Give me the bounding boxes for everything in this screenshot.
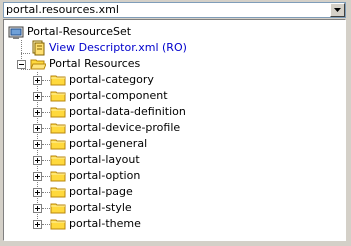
tree-node-portal-component[interactable]: portal-component bbox=[50, 88, 168, 104]
portal-resources-label: Portal Resources bbox=[49, 57, 141, 70]
tree-node-root[interactable]: Portal-ResourceSet bbox=[8, 24, 131, 40]
descriptor-file-icon bbox=[30, 40, 46, 56]
folder-icon bbox=[50, 104, 66, 120]
tree-connector bbox=[21, 69, 30, 70]
tree-node-portal-layout[interactable]: portal-layout bbox=[50, 152, 140, 168]
expand-toggle[interactable] bbox=[33, 172, 42, 181]
tree-connector bbox=[42, 208, 50, 209]
resource-tree[interactable]: Portal-ResourceSet View Descriptor.xml (… bbox=[3, 19, 346, 241]
combo-dropdown-button[interactable] bbox=[330, 3, 345, 17]
resource-set-icon bbox=[8, 24, 24, 40]
tree-connector bbox=[42, 96, 50, 97]
tree-connector bbox=[42, 80, 50, 81]
folder-label: portal-page bbox=[69, 185, 133, 198]
chevron-down-icon bbox=[334, 8, 341, 12]
tree-node-descriptor[interactable]: View Descriptor.xml (RO) bbox=[30, 40, 187, 56]
expand-toggle[interactable] bbox=[33, 92, 42, 101]
folder-label: portal-option bbox=[69, 169, 141, 182]
tree-node-portal-category[interactable]: portal-category bbox=[50, 72, 154, 88]
expand-toggle[interactable] bbox=[33, 188, 42, 197]
collapse-toggle[interactable] bbox=[17, 60, 26, 69]
tree-node-portal-theme[interactable]: portal-theme bbox=[50, 216, 141, 232]
descriptor-node-label: View Descriptor.xml (RO) bbox=[49, 41, 187, 54]
tree-connector bbox=[42, 224, 50, 225]
folder-label: portal-category bbox=[69, 73, 154, 86]
folder-icon bbox=[50, 72, 66, 88]
folder-icon bbox=[50, 200, 66, 216]
tree-connector bbox=[42, 160, 50, 161]
expand-toggle[interactable] bbox=[33, 108, 42, 117]
expand-toggle[interactable] bbox=[33, 76, 42, 85]
expand-toggle[interactable] bbox=[33, 124, 42, 133]
folder-label: portal-component bbox=[69, 89, 168, 102]
tree-connector bbox=[42, 112, 50, 113]
tree-connector bbox=[42, 144, 50, 145]
expand-toggle[interactable] bbox=[33, 204, 42, 213]
expand-toggle[interactable] bbox=[33, 140, 42, 149]
folder-icon bbox=[50, 184, 66, 200]
folder-icon bbox=[50, 120, 66, 136]
folder-icon bbox=[50, 88, 66, 104]
tree-node-portal-resources[interactable]: Portal Resources bbox=[30, 56, 140, 72]
combo-value: portal.resources.xml bbox=[6, 3, 119, 16]
folder-icon bbox=[50, 216, 66, 232]
folder-icon bbox=[50, 152, 66, 168]
expand-toggle[interactable] bbox=[33, 156, 42, 165]
folder-label: portal-theme bbox=[69, 217, 141, 230]
folder-label: portal-device-profile bbox=[69, 121, 181, 134]
folder-open-icon bbox=[30, 56, 46, 72]
tree-node-portal-device-profile[interactable]: portal-device-profile bbox=[50, 120, 180, 136]
folder-label: portal-data-definition bbox=[69, 105, 186, 118]
tree-connector bbox=[42, 176, 50, 177]
folder-label: portal-style bbox=[69, 201, 132, 214]
tree-node-portal-general[interactable]: portal-general bbox=[50, 136, 147, 152]
tree-node-portal-option[interactable]: portal-option bbox=[50, 168, 140, 184]
tree-node-portal-page[interactable]: portal-page bbox=[50, 184, 133, 200]
folder-icon bbox=[50, 136, 66, 152]
tree-connector bbox=[42, 128, 50, 129]
folder-label: portal-layout bbox=[69, 153, 140, 166]
tree-node-portal-style[interactable]: portal-style bbox=[50, 200, 132, 216]
expand-toggle[interactable] bbox=[33, 220, 42, 229]
tree-connector bbox=[21, 53, 30, 54]
folder-icon bbox=[50, 168, 66, 184]
root-node-label: Portal-ResourceSet bbox=[27, 25, 132, 38]
tree-connector bbox=[42, 192, 50, 193]
tree-node-portal-data-definition[interactable]: portal-data-definition bbox=[50, 104, 186, 120]
folder-label: portal-general bbox=[69, 137, 148, 150]
resource-file-combobox[interactable]: portal.resources.xml bbox=[3, 2, 346, 18]
